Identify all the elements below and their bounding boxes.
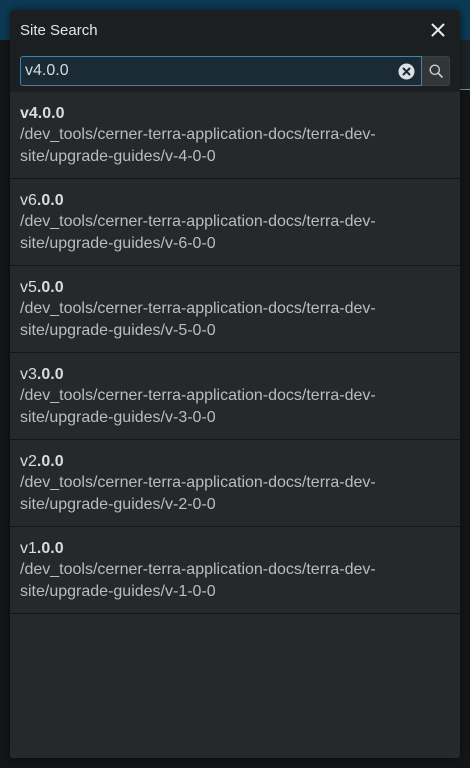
site-search-modal: Site Search v4.0.0 /dev <box>10 10 460 758</box>
result-path: /dev_tools/cerner-terra-application-docs… <box>20 300 376 339</box>
search-result-item[interactable]: v5.0.0 /dev_tools/cerner-terra-applicati… <box>10 266 460 353</box>
result-title-match: v4.0.0 <box>20 105 65 122</box>
result-title-match: .0.0 <box>36 453 64 470</box>
close-button[interactable] <box>426 18 450 42</box>
result-title-match: .0.0 <box>36 540 64 557</box>
result-title: v5.0.0 <box>20 278 450 298</box>
result-title-plain: v6 <box>20 192 37 209</box>
result-path: /dev_tools/cerner-terra-application-docs… <box>20 387 376 426</box>
result-path: /dev_tools/cerner-terra-application-docs… <box>20 561 376 600</box>
modal-title: Site Search <box>20 21 98 39</box>
clear-circle-icon <box>398 63 414 79</box>
result-path: /dev_tools/cerner-terra-application-docs… <box>20 474 376 513</box>
search-bar <box>10 50 460 92</box>
search-results-list: v4.0.0 /dev_tools/cerner-terra-applicati… <box>10 92 460 614</box>
result-title-plain: v2 <box>20 453 37 470</box>
result-title-plain: v3 <box>20 366 37 383</box>
search-icon <box>429 64 443 78</box>
result-title: v6.0.0 <box>20 191 450 211</box>
search-result-item[interactable]: v1.0.0 /dev_tools/cerner-terra-applicati… <box>10 527 460 614</box>
search-result-item[interactable]: v2.0.0 /dev_tools/cerner-terra-applicati… <box>10 440 460 527</box>
result-title-match: .0.0 <box>36 279 64 296</box>
search-field <box>20 56 422 86</box>
search-result-item[interactable]: v3.0.0 /dev_tools/cerner-terra-applicati… <box>10 353 460 440</box>
result-title: v4.0.0 <box>20 104 450 124</box>
result-title-match: .0.0 <box>36 366 64 383</box>
search-result-item[interactable]: v4.0.0 /dev_tools/cerner-terra-applicati… <box>10 92 460 179</box>
modal-header: Site Search <box>10 10 460 50</box>
clear-search-button[interactable] <box>395 60 417 82</box>
result-title-plain: v1 <box>20 540 37 557</box>
result-title: v2.0.0 <box>20 452 450 472</box>
result-title: v3.0.0 <box>20 365 450 385</box>
search-submit-button[interactable] <box>422 56 450 86</box>
search-result-item[interactable]: v6.0.0 /dev_tools/cerner-terra-applicati… <box>10 179 460 266</box>
result-title-plain: v5 <box>20 279 37 296</box>
search-input[interactable] <box>21 57 395 85</box>
result-title: v1.0.0 <box>20 539 450 559</box>
result-path: /dev_tools/cerner-terra-application-docs… <box>20 126 376 165</box>
result-path: /dev_tools/cerner-terra-application-docs… <box>20 213 376 252</box>
result-title-match: .0.0 <box>36 192 64 209</box>
close-icon <box>431 23 445 37</box>
